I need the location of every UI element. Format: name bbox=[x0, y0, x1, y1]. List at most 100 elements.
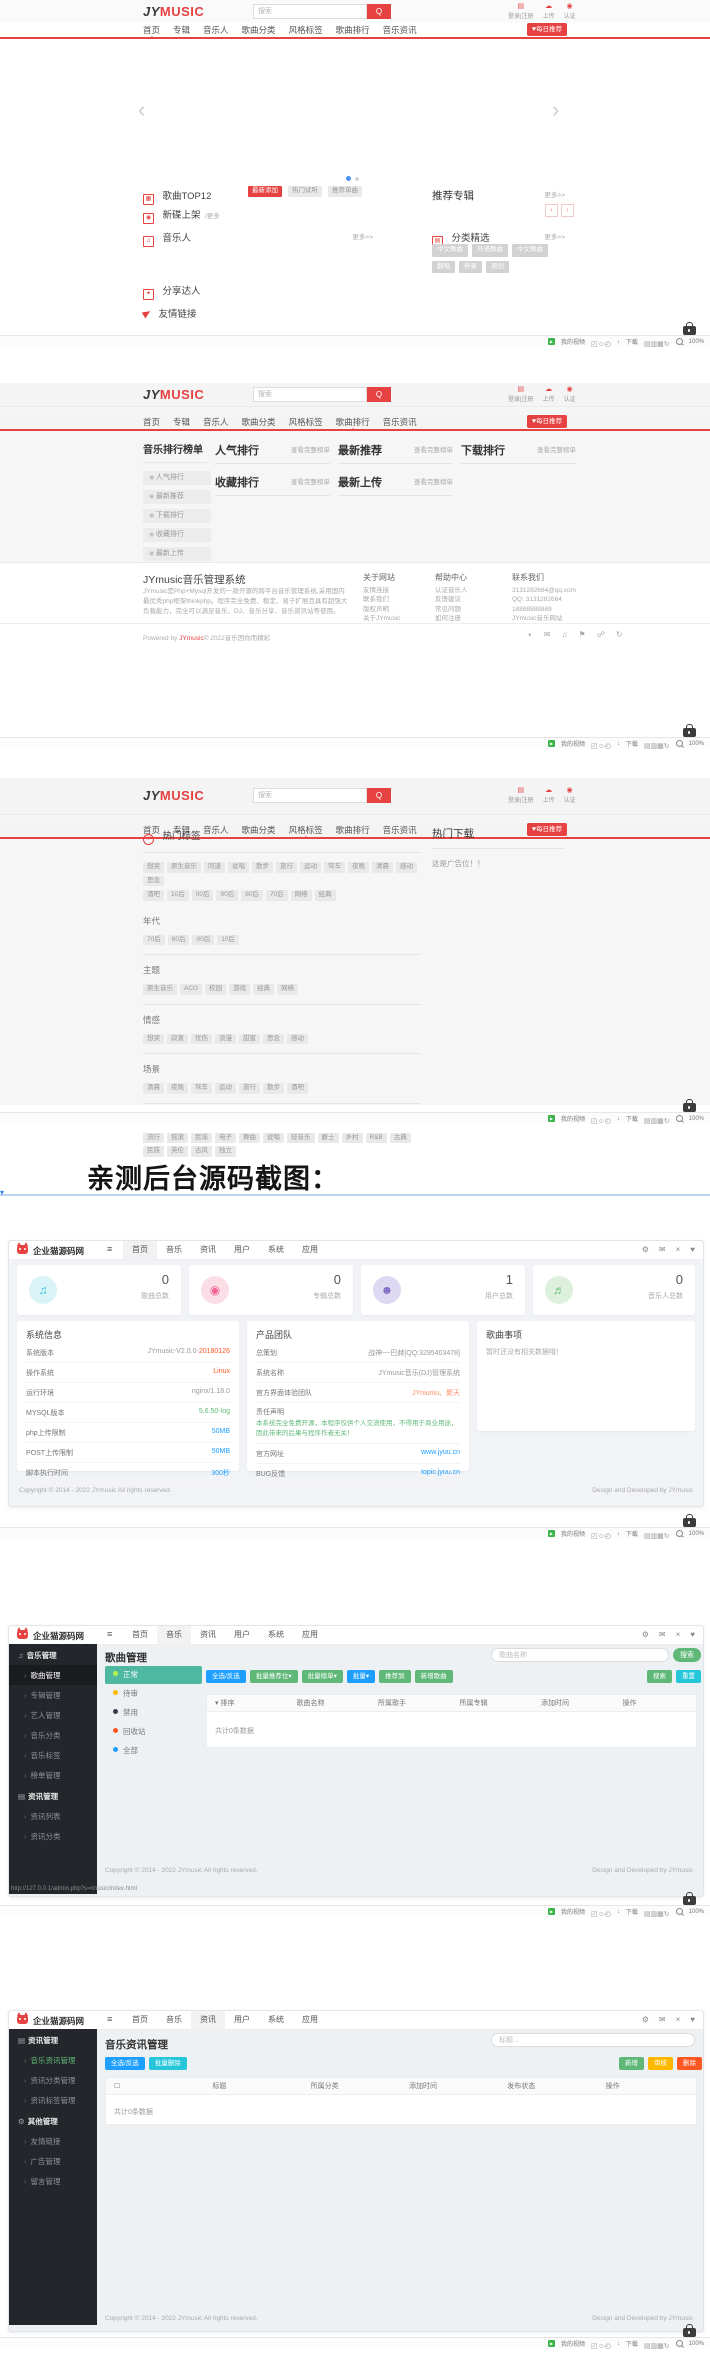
footer-link[interactable]: 认证音乐人 bbox=[435, 586, 468, 595]
tag-pill[interactable]: 校园 bbox=[205, 984, 226, 995]
view-full-link[interactable]: 查看完整榜单 bbox=[291, 444, 330, 454]
next-arrow[interactable]: › bbox=[561, 204, 574, 217]
table-header-cell[interactable]: 歌曲名称 bbox=[289, 1698, 371, 1708]
tag-pill[interactable]: 民族 bbox=[143, 1146, 164, 1157]
sidebar-menu-item[interactable]: 音乐分类 bbox=[9, 1725, 97, 1745]
carousel-next-arrow[interactable]: › bbox=[552, 100, 559, 120]
sidebar-menu-item[interactable]: 歌曲管理 bbox=[9, 1665, 97, 1685]
rank-sidebar-item[interactable]: 收藏排行 bbox=[143, 528, 211, 542]
admin-top-icon[interactable]: ✉ bbox=[659, 1626, 666, 1644]
toolbar-icon[interactable]: ◴ bbox=[605, 743, 611, 750]
footer-link[interactable]: 联系我们 bbox=[363, 595, 401, 604]
carousel-dots[interactable] bbox=[344, 168, 361, 186]
action-button[interactable]: 重置 bbox=[676, 1670, 701, 1683]
rank-sidebar-item[interactable]: 最新上传 bbox=[143, 547, 211, 561]
action-button[interactable]: 批量推荐位▾ bbox=[250, 1670, 298, 1683]
table-header-cell[interactable]: 所属歌手 bbox=[370, 1698, 452, 1708]
nav-item[interactable]: 风格标签 bbox=[289, 415, 323, 429]
tag-pill[interactable]: 清晨 bbox=[143, 1083, 164, 1094]
tag-pill[interactable]: 原生音乐 bbox=[167, 862, 201, 873]
nav-item[interactable]: 音乐资讯 bbox=[383, 415, 417, 429]
admin-top-icon[interactable]: × bbox=[676, 1241, 681, 1259]
tag-pill[interactable]: ACG bbox=[180, 984, 202, 995]
tag-pill[interactable]: 想哭 bbox=[143, 862, 164, 873]
toolbar-icon[interactable]: ↻ bbox=[664, 1533, 670, 1540]
tag-pill[interactable]: R&B bbox=[366, 1133, 387, 1144]
tag-pill[interactable]: 民谣 bbox=[191, 1133, 212, 1144]
admin-nav-item[interactable]: 系统 bbox=[259, 2011, 293, 2029]
table-header-cell[interactable]: 操作 bbox=[598, 2081, 696, 2091]
tag-pill[interactable]: 夜晚 bbox=[348, 862, 369, 873]
sidebar-menu-item[interactable]: 榜单管理 bbox=[9, 1765, 97, 1785]
tag-pill[interactable]: 驾车 bbox=[191, 1083, 212, 1094]
social-icon[interactable]: ◐ bbox=[528, 630, 533, 639]
rank-column-title[interactable]: 人气排行 bbox=[215, 445, 259, 457]
tag-pill[interactable]: 舞曲 bbox=[239, 1133, 260, 1144]
admin-top-icon[interactable]: ⚙ bbox=[642, 1241, 649, 1259]
admin-top-icon[interactable]: ♥ bbox=[690, 2011, 695, 2029]
footer-link[interactable]: 版权声明 bbox=[363, 605, 401, 614]
account-link[interactable]: ◉认证 bbox=[564, 385, 576, 403]
tag-pill[interactable]: 思念 bbox=[143, 876, 164, 887]
nav-item[interactable]: 首页 bbox=[143, 415, 160, 429]
action-button[interactable]: 搜索 bbox=[647, 1670, 672, 1683]
toolbar-icon[interactable]: ▦ bbox=[657, 2343, 664, 2350]
tag-pill[interactable]: 感动 bbox=[287, 1034, 308, 1045]
admin-nav-item[interactable]: 首页 bbox=[123, 1626, 157, 1644]
toolbar-icon[interactable]: ↻ bbox=[664, 341, 670, 348]
toolbar-download-label[interactable]: 下载 bbox=[626, 1114, 638, 1123]
tag-pill[interactable]: 10后 bbox=[217, 935, 239, 946]
menu-toggle-icon[interactable]: ≡ bbox=[107, 2014, 112, 2024]
more-link[interactable]: 更多>> bbox=[352, 231, 373, 241]
sidebar-menu-item[interactable]: 友情链接 bbox=[9, 2131, 97, 2151]
section-title[interactable]: 音乐人 bbox=[162, 233, 191, 244]
tag-pill[interactable]: 10后 bbox=[167, 890, 189, 901]
admin-brand[interactable]: 企业猫源码网 bbox=[33, 2015, 84, 2027]
tag-pill[interactable]: 70后 bbox=[143, 935, 165, 946]
more-link[interactable]: 更多>> bbox=[544, 231, 565, 241]
external-link[interactable]: topic.jyuu.cn bbox=[421, 1469, 460, 1479]
admin-nav-item[interactable]: 应用 bbox=[293, 1626, 327, 1644]
category-tag[interactable]: 中文舞曲 bbox=[432, 244, 468, 257]
admin-nav-item[interactable]: 应用 bbox=[293, 2011, 327, 2029]
action-button[interactable]: 全选/反选 bbox=[105, 2057, 145, 2070]
tag-pill[interactable]: 古风 bbox=[191, 1146, 212, 1157]
toolbar-icon[interactable]: ↻ bbox=[664, 2343, 670, 2350]
admin-nav-item[interactable]: 音乐 bbox=[157, 1241, 191, 1259]
song-tab[interactable]: 最新添加 bbox=[248, 186, 282, 197]
search-input[interactable] bbox=[253, 387, 367, 402]
tag-pill[interactable]: 酒吧 bbox=[143, 890, 164, 901]
nav-item[interactable]: 歌曲分类 bbox=[242, 23, 276, 37]
toolbar-icon[interactable]: ▤ bbox=[644, 1533, 651, 1540]
toolbar-download-label[interactable]: 下载 bbox=[626, 337, 638, 346]
tag-pill[interactable]: 游戏 bbox=[229, 984, 250, 995]
sidebar-menu-item[interactable]: ▤资讯管理 bbox=[9, 1785, 97, 1806]
action-button[interactable]: 推荐到 bbox=[379, 1670, 411, 1683]
account-link[interactable]: ▤登录|注册 bbox=[508, 2, 534, 20]
song-search-button[interactable]: 搜索 bbox=[673, 1648, 701, 1662]
toolbar-icon[interactable]: ◰ bbox=[591, 743, 598, 750]
category-tag[interactable]: 中文舞曲 bbox=[512, 244, 548, 257]
toolbar-icon[interactable]: ▦ bbox=[657, 341, 664, 348]
prev-arrow[interactable]: ‹ bbox=[545, 204, 558, 217]
table-header-cell[interactable]: 添加时间 bbox=[533, 1698, 615, 1708]
category-tag[interactable]: 伴奏 bbox=[459, 261, 482, 274]
site-logo[interactable]: JYMUSIC bbox=[143, 788, 204, 803]
admin-nav-item[interactable]: 应用 bbox=[293, 1241, 327, 1259]
toolbar-download-label[interactable]: 下载 bbox=[626, 739, 638, 748]
social-icon[interactable]: ☍ bbox=[597, 630, 605, 639]
table-header-cell[interactable]: ▾ 排序 bbox=[207, 1698, 289, 1708]
admin-top-icon[interactable]: ♥ bbox=[690, 1241, 695, 1259]
toolbar-icon[interactable]: ◰ bbox=[591, 1911, 598, 1918]
section-title[interactable]: 分享达人 bbox=[162, 286, 200, 297]
tag-pill[interactable]: 浪漫 bbox=[215, 1034, 236, 1045]
action-button[interactable]: 全选/反选 bbox=[206, 1670, 246, 1683]
search-input[interactable] bbox=[253, 4, 367, 19]
tag-pill[interactable]: 乡村 bbox=[342, 1133, 363, 1144]
tag-pill[interactable]: 散步 bbox=[263, 1083, 284, 1094]
admin-top-icon[interactable]: ✉ bbox=[659, 2011, 666, 2029]
toolbar-icon[interactable]: ◰ bbox=[591, 2343, 598, 2350]
category-tag[interactable]: 外语舞曲 bbox=[472, 244, 508, 257]
sidebar-menu-item[interactable]: ⚙其他管理 bbox=[9, 2110, 97, 2131]
toolbar-video-label[interactable]: 我的视频 bbox=[561, 2339, 585, 2348]
